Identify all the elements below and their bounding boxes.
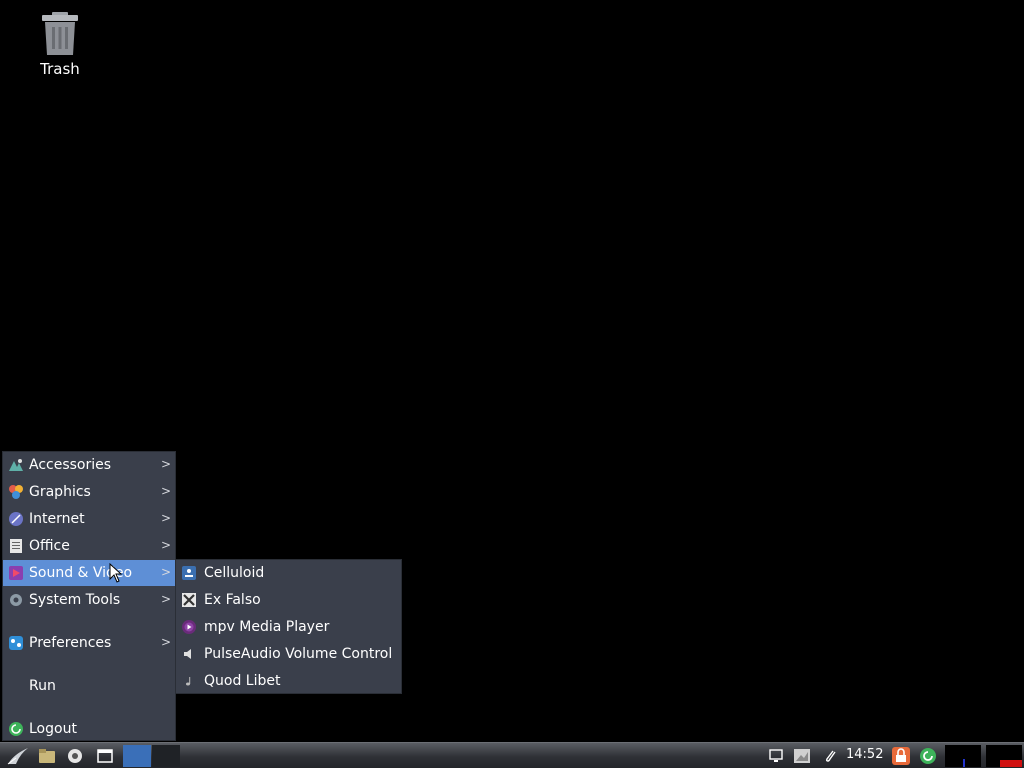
- submenu-item-label: Celluloid: [204, 565, 265, 581]
- internet-icon: [7, 510, 25, 528]
- sound-video-submenu: Celluloid Ex Falso mpv Media Player Puls…: [175, 559, 402, 694]
- mouse-cursor-icon: [109, 562, 123, 583]
- show-desktop-button[interactable]: [94, 745, 116, 767]
- trash-label: Trash: [40, 60, 80, 78]
- lxqt-logo-icon: [7, 748, 28, 765]
- menu-item-system-tools[interactable]: System Tools >: [3, 587, 175, 613]
- system-tools-icon: [7, 591, 25, 609]
- accessories-icon: [7, 456, 25, 474]
- trash-desktop-icon[interactable]: Trash: [24, 10, 96, 78]
- menu-item-label: System Tools: [29, 592, 121, 608]
- submenu-item-celluloid[interactable]: Celluloid: [176, 560, 401, 586]
- start-menu-button[interactable]: [4, 745, 32, 767]
- notification-icon[interactable]: [766, 745, 786, 767]
- taskbar: 14:52: [0, 742, 1024, 768]
- menu-item-logout[interactable]: Logout: [3, 716, 175, 742]
- menu-item-internet[interactable]: Internet >: [3, 506, 175, 532]
- lock-icon: [892, 747, 910, 765]
- menu-item-label: Run: [29, 678, 56, 694]
- menu-item-office[interactable]: Office >: [3, 533, 175, 559]
- application-menu: Accessories > Graphics > Internet > Offi…: [2, 451, 176, 741]
- menu-item-accessories[interactable]: Accessories >: [3, 452, 175, 478]
- file-manager-launcher[interactable]: [36, 745, 58, 767]
- sound-video-icon: [7, 564, 25, 582]
- submenu-arrow-icon: >: [160, 457, 171, 471]
- menu-item-label: Graphics: [29, 484, 91, 500]
- globe-icon: [68, 749, 82, 763]
- office-icon: [7, 537, 25, 555]
- submenu-arrow-icon: >: [160, 484, 171, 498]
- menu-item-graphics[interactable]: Graphics >: [3, 479, 175, 505]
- submenu-item-label: mpv Media Player: [204, 619, 330, 635]
- workspace-1[interactable]: [123, 745, 151, 767]
- graphics-icon: [7, 483, 25, 501]
- submenu-item-pulseaudio[interactable]: PulseAudio Volume Control: [176, 641, 401, 667]
- submenu-arrow-icon: >: [160, 592, 171, 606]
- menu-item-sound-video[interactable]: Sound & Video >: [3, 560, 175, 586]
- menu-item-run[interactable]: Run: [3, 673, 175, 699]
- submenu-item-label: Quod Libet: [204, 673, 281, 689]
- logout-icon: [7, 720, 25, 738]
- ex-falso-icon: [180, 591, 198, 609]
- network-icon[interactable]: [792, 745, 812, 767]
- celluloid-icon: [180, 564, 198, 582]
- submenu-item-label: Ex Falso: [204, 592, 261, 608]
- submenu-item-quod-libet[interactable]: Quod Libet: [176, 668, 401, 694]
- cpu-monitor-graph[interactable]: [945, 745, 981, 767]
- menu-item-label: Accessories: [29, 457, 112, 473]
- lock-screen-button[interactable]: [890, 745, 912, 767]
- submenu-item-mpv[interactable]: mpv Media Player: [176, 614, 401, 640]
- submenu-arrow-icon: >: [160, 565, 171, 579]
- window-icon: [97, 749, 113, 763]
- menu-item-label: Logout: [29, 721, 77, 737]
- submenu-arrow-icon: >: [160, 511, 171, 525]
- submenu-arrow-icon: >: [160, 538, 171, 552]
- clock[interactable]: 14:52: [846, 747, 883, 762]
- speaker-icon: [180, 645, 198, 663]
- workspace-2[interactable]: [152, 745, 180, 767]
- clipboard-icon[interactable]: [820, 745, 840, 767]
- preferences-icon: [7, 634, 25, 652]
- submenu-arrow-icon: >: [160, 635, 171, 649]
- web-browser-launcher[interactable]: [64, 745, 86, 767]
- submenu-item-ex-falso[interactable]: Ex Falso: [176, 587, 401, 613]
- menu-item-preferences[interactable]: Preferences >: [3, 630, 175, 656]
- memory-monitor-graph[interactable]: [986, 745, 1022, 767]
- folder-icon: [39, 749, 55, 763]
- menu-item-label: Preferences: [29, 635, 112, 651]
- submenu-item-label: PulseAudio Volume Control: [204, 646, 393, 662]
- menu-item-label: Internet: [29, 511, 85, 527]
- mpv-icon: [180, 618, 198, 636]
- trash-icon: [40, 12, 80, 56]
- refresh-icon: [920, 748, 936, 764]
- update-notifier-button[interactable]: [917, 745, 939, 767]
- quod-libet-icon: [180, 672, 198, 690]
- menu-item-label: Office: [29, 538, 70, 554]
